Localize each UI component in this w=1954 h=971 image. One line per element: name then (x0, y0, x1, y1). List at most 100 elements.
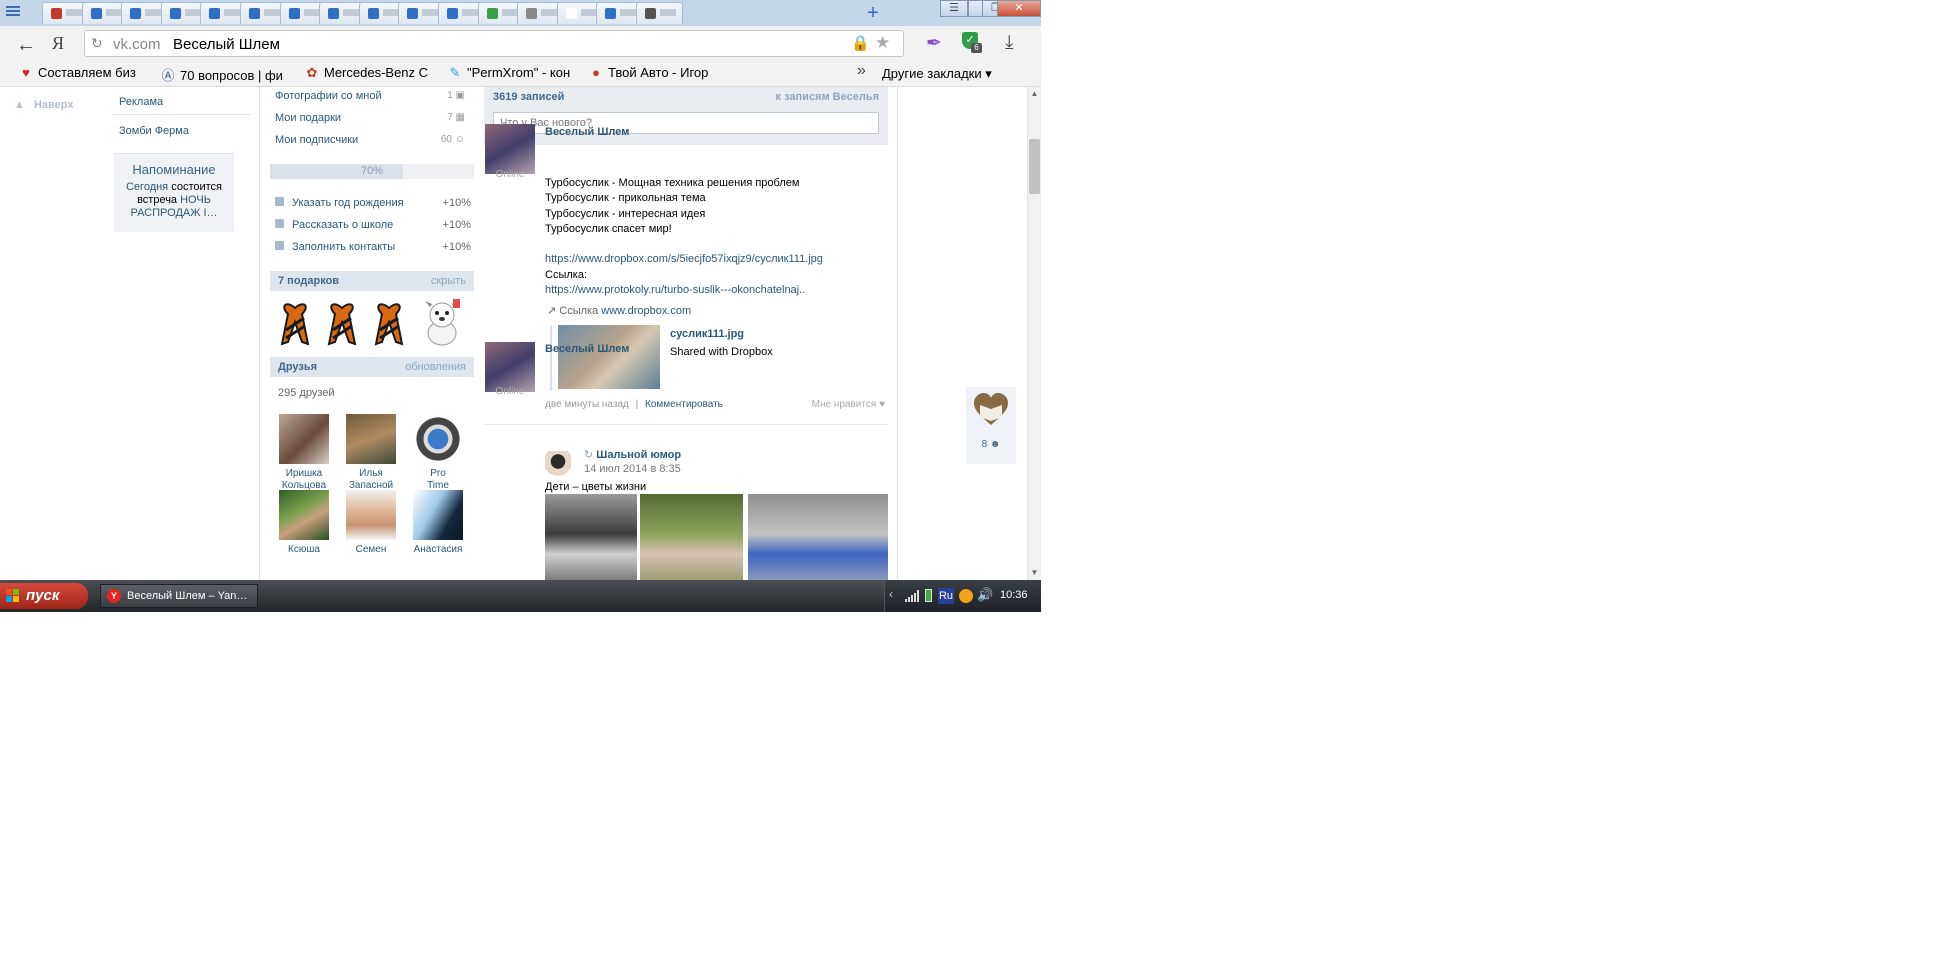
progress-label: 70% (360, 165, 384, 177)
reminder-box: Напоминание Сегодня состоится встреча НО… (114, 153, 234, 232)
friend-avatar (413, 414, 463, 464)
ribbon-gift-icon[interactable] (278, 300, 312, 346)
feather-icon[interactable]: ✒ (926, 32, 942, 55)
scroll-down-button[interactable]: ▼ (1028, 566, 1041, 580)
reload-icon[interactable]: ↻ (91, 35, 103, 52)
attachment-thumbnail[interactable] (558, 325, 660, 389)
taskbar-window-button[interactable]: Y Веселый Шлем – Yan… (100, 584, 258, 608)
address-bar[interactable]: ↻ vk.com Веселый Шлем 🔒 ★ (84, 30, 904, 57)
bookmarks-bar: ♥ Составляем биз Ⓐ 70 вопросов | фи ✿ Merce… (0, 62, 1041, 87)
bookmark-item[interactable]: ● Твой Авто - Игор (588, 65, 718, 83)
bookmark-item[interactable]: ✿ Mercedes-Benz C (304, 65, 434, 83)
star-icon[interactable]: ★ (875, 33, 890, 53)
car-icon: ● (592, 65, 600, 80)
protect-icon[interactable]: 🔒 (851, 34, 870, 52)
profile-link-photos[interactable]: Фотографии со мной 1 ▣ (275, 90, 465, 102)
post-author-avatar[interactable] (485, 124, 535, 174)
friend-card[interactable]: Pro Time (408, 414, 468, 492)
scroll-up-button[interactable]: ▲ (1028, 87, 1041, 101)
chevron-left-icon[interactable]: ‹ (889, 587, 893, 601)
battery-icon[interactable] (925, 589, 932, 602)
post-author-name[interactable]: Веселый Шлем (545, 343, 629, 355)
pen-icon: ✎ (449, 65, 461, 80)
signal-icon[interactable] (905, 590, 919, 602)
online-status: Online (495, 169, 525, 180)
up-triangle-icon: ▲ (14, 99, 25, 111)
window-menu-button[interactable]: ☰ (940, 0, 968, 17)
tab-favicon-icon (526, 8, 538, 19)
yandex-logo[interactable]: Я (52, 33, 64, 54)
wall-to-posts-link[interactable]: к записям Веселья (776, 91, 879, 103)
page-scrollbar[interactable]: ▲ ▼ (1027, 87, 1041, 580)
update-icon[interactable] (959, 589, 973, 603)
menu-item-ads[interactable]: Реклама (119, 96, 163, 108)
bookmark-item[interactable]: ♥ Составляем биз (18, 65, 146, 83)
back-to-top-link[interactable]: ▲ Наверх (14, 99, 73, 111)
post-author-name[interactable]: Веселый Шлем (545, 126, 629, 138)
friends-header[interactable]: Друзья обновления (270, 357, 474, 377)
post-link-protokoly[interactable]: https://www.protokoly.ru/turbo-suslik---… (545, 284, 805, 296)
download-icon[interactable]: ⤓ (1005, 32, 1013, 54)
post-footer: две минуты назад | Комментировать Мне нр… (545, 399, 885, 410)
friend-card[interactable]: Анастасия (408, 490, 468, 556)
post-photo[interactable] (545, 494, 637, 580)
new-tab-button[interactable]: + (860, 2, 886, 24)
task-school[interactable]: Рассказать о школе +10% (275, 219, 471, 231)
user-icon: ☻ (989, 439, 1001, 450)
tab-title (580, 9, 597, 16)
navigation-bar: ← Я ↻ vk.com Веселый Шлем 🔒 ★ ✒ ✓ 6 ⤓ (0, 26, 1041, 62)
friend-avatar (279, 490, 329, 540)
task-contacts[interactable]: Заполнить контакты +10% (275, 241, 471, 253)
post-link-dropbox[interactable]: https://www.dropbox.com/s/5iecjfo57ixqjz… (545, 253, 823, 265)
post-time[interactable]: две минуты назад (545, 399, 629, 410)
heart-book-icon (974, 393, 1008, 425)
post-photo[interactable] (748, 494, 888, 580)
post-photo[interactable] (640, 494, 743, 580)
profile-link-gifts[interactable]: Мои подарки 7 ▦ (275, 112, 465, 124)
attachment-domain-link[interactable]: www.dropbox.com (601, 305, 691, 317)
gifts-header[interactable]: 7 подарков скрыть (270, 271, 474, 291)
repost-source-avatar[interactable] (545, 451, 571, 481)
scroll-thumb[interactable] (1029, 139, 1040, 194)
post-author-avatar[interactable] (485, 342, 535, 392)
comment-link[interactable]: Комментировать (645, 399, 723, 410)
volume-icon[interactable]: 🔊 (977, 587, 993, 603)
bookmark-item[interactable]: Ⓐ 70 вопросов | фи (160, 65, 290, 83)
side-widget[interactable]: 8 ☻ (966, 387, 1016, 464)
tab-title (620, 9, 637, 16)
extension-badge: 6 (971, 43, 982, 53)
bookmark-item[interactable]: ✎ "PermXrom" - кон (447, 65, 577, 83)
profile-link-followers[interactable]: Мои подписчики 60 ☺ (275, 134, 465, 146)
friend-card[interactable]: Илья Запасной (341, 414, 401, 492)
tab-title (303, 9, 320, 16)
task-birth-year[interactable]: Указать год рождения +10% (275, 197, 471, 209)
friends-updates-link[interactable]: обновления (405, 361, 466, 373)
ribbon-gift-icon[interactable] (372, 300, 406, 346)
clock[interactable]: 10:36 (1000, 589, 1028, 601)
dog-gift-icon[interactable] (422, 299, 462, 347)
bookmarks-overflow-button[interactable]: » (857, 62, 866, 80)
close-button[interactable]: ✕ (997, 0, 1041, 17)
other-bookmarks-button[interactable]: Другие закладки ▾ (882, 66, 992, 82)
tab-strip: + ☰ — ❐ ✕ (0, 0, 1041, 26)
repost-date[interactable]: 14 июл 2014 в 8:35 (584, 463, 681, 475)
tab-title (264, 9, 280, 16)
adblock-extension[interactable]: ✓ 6 (960, 32, 982, 54)
friend-card[interactable]: Ксюша (274, 490, 334, 556)
like-button[interactable]: Мне нравится ♥ (812, 399, 885, 410)
post-divider (484, 424, 888, 425)
attachment-title[interactable]: суслик111.jpg (670, 328, 744, 340)
browser-menu-icon[interactable] (6, 4, 20, 18)
browser-tab[interactable] (636, 2, 683, 24)
friend-card[interactable]: Семен (341, 490, 401, 556)
menu-item-zombie-farm[interactable]: Зомби Ферма (119, 125, 189, 137)
back-button[interactable]: ← (16, 34, 36, 57)
gifts-hide-link[interactable]: скрыть (431, 275, 466, 287)
language-indicator[interactable]: Ru (938, 588, 954, 604)
widget-count: 8 ☻ (981, 439, 1001, 450)
wall-count[interactable]: 3619 записей (493, 91, 564, 103)
friend-card[interactable]: Иришка Кольцова (274, 414, 334, 492)
repost-source[interactable]: ↻ Шальной юмор (584, 448, 681, 461)
ribbon-gift-icon[interactable] (325, 300, 359, 346)
start-button[interactable]: пуск (0, 583, 88, 609)
